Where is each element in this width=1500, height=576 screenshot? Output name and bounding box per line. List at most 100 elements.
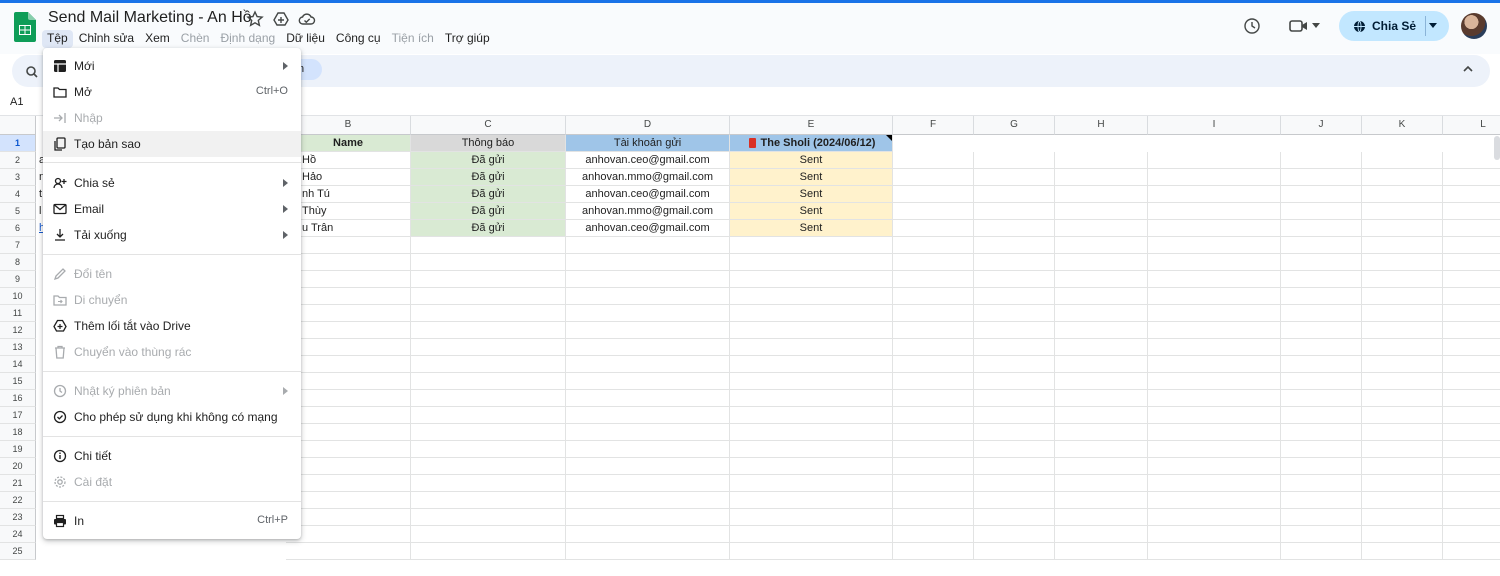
row-header[interactable]: 9 — [0, 271, 36, 288]
grid-cell[interactable] — [974, 543, 1055, 560]
row-header[interactable]: 19 — [0, 441, 36, 458]
grid-cell[interactable] — [1443, 237, 1500, 254]
grid-cell[interactable] — [1362, 441, 1443, 458]
grid-cell[interactable] — [1362, 169, 1443, 186]
menu-offline[interactable]: Cho phép sử dụng khi không có mạng — [43, 404, 301, 430]
row-header[interactable]: 2 — [0, 152, 36, 169]
menu-version-history[interactable]: Nhật ký phiên bản — [43, 378, 301, 404]
grid-cell[interactable] — [974, 526, 1055, 543]
grid-cell[interactable] — [893, 305, 974, 322]
grid-cell[interactable] — [286, 373, 411, 390]
grid-cell[interactable] — [1055, 424, 1148, 441]
grid-cell[interactable] — [974, 305, 1055, 322]
grid-cell[interactable] — [1281, 492, 1362, 509]
grid-cell[interactable] — [1055, 169, 1148, 186]
grid-cell[interactable] — [730, 271, 893, 288]
grid-cell[interactable] — [1148, 288, 1281, 305]
grid-cell[interactable] — [1443, 288, 1500, 305]
grid-cell[interactable] — [411, 509, 566, 526]
grid-cell[interactable] — [1443, 356, 1500, 373]
grid-cell[interactable] — [730, 373, 893, 390]
grid-cell[interactable] — [893, 339, 974, 356]
grid-cell[interactable] — [1443, 390, 1500, 407]
grid-cell[interactable] — [1281, 220, 1362, 237]
grid-cell[interactable] — [1055, 373, 1148, 390]
row-header[interactable]: 22 — [0, 492, 36, 509]
grid-cell[interactable] — [1148, 322, 1281, 339]
grid-cell[interactable] — [1055, 237, 1148, 254]
grid-cell[interactable]: u Trân — [286, 220, 411, 237]
grid-cell[interactable] — [730, 254, 893, 271]
grid-cell[interactable] — [1148, 237, 1281, 254]
grid-cell[interactable] — [411, 271, 566, 288]
grid-cell[interactable] — [1362, 373, 1443, 390]
menu-data[interactable]: Dữ liệu — [281, 30, 330, 48]
grid-cell[interactable] — [411, 305, 566, 322]
row-header[interactable]: 15 — [0, 373, 36, 390]
menu-new[interactable]: Mới — [43, 53, 301, 79]
grid-cell[interactable] — [1055, 288, 1148, 305]
grid-cell[interactable] — [1281, 543, 1362, 560]
grid-cell[interactable] — [1148, 305, 1281, 322]
grid-cell[interactable] — [1362, 237, 1443, 254]
grid-cell[interactable]: anhovan.mmo@gmail.com — [566, 169, 730, 186]
grid-cell[interactable] — [1055, 441, 1148, 458]
grid-cell[interactable] — [411, 339, 566, 356]
grid-cell[interactable] — [730, 356, 893, 373]
column-header-l[interactable]: L — [1443, 116, 1500, 135]
grid-cell[interactable] — [893, 475, 974, 492]
grid-cell[interactable] — [1148, 509, 1281, 526]
row-header[interactable]: 23 — [0, 509, 36, 526]
row-header[interactable]: 24 — [0, 526, 36, 543]
grid-cell[interactable] — [974, 492, 1055, 509]
menu-help[interactable]: Trợ giúp — [440, 30, 495, 48]
grid-cell[interactable] — [1281, 475, 1362, 492]
grid-cell[interactable] — [1443, 305, 1500, 322]
grid-cell[interactable] — [566, 271, 730, 288]
grid-cell[interactable] — [974, 220, 1055, 237]
grid-cell[interactable] — [1443, 220, 1500, 237]
menu-insert[interactable]: Chèn — [176, 30, 215, 48]
grid-cell[interactable] — [566, 390, 730, 407]
grid-cell[interactable] — [286, 390, 411, 407]
grid-cell[interactable] — [566, 288, 730, 305]
grid-cell[interactable] — [974, 475, 1055, 492]
grid-cell[interactable] — [730, 526, 893, 543]
grid-cell[interactable] — [893, 254, 974, 271]
name-box[interactable]: A1 — [10, 96, 23, 108]
column-header-j[interactable]: J — [1281, 116, 1362, 135]
grid-cell[interactable] — [1281, 441, 1362, 458]
grid-cell[interactable] — [566, 441, 730, 458]
grid-cell[interactable] — [1055, 203, 1148, 220]
grid-cell[interactable] — [1443, 169, 1500, 186]
grid-cell[interactable] — [893, 356, 974, 373]
grid-cell[interactable] — [1281, 305, 1362, 322]
grid-cell[interactable] — [974, 288, 1055, 305]
grid-cell[interactable] — [974, 169, 1055, 186]
menu-tools[interactable]: Công cụ — [331, 30, 386, 48]
grid-cell[interactable] — [974, 390, 1055, 407]
row-header[interactable]: 18 — [0, 424, 36, 441]
grid-cell[interactable] — [1443, 373, 1500, 390]
grid-cell[interactable] — [566, 322, 730, 339]
row-header[interactable]: 12 — [0, 322, 36, 339]
menu-move[interactable]: Di chuyển — [43, 287, 301, 313]
grid-cell[interactable] — [286, 271, 411, 288]
row-header[interactable]: 10 — [0, 288, 36, 305]
column-header-h[interactable]: H — [1055, 116, 1148, 135]
grid-cell[interactable] — [1443, 271, 1500, 288]
grid-cell[interactable] — [566, 305, 730, 322]
grid-cell[interactable] — [411, 441, 566, 458]
menu-rename[interactable]: Đổi tên — [43, 261, 301, 287]
column-header-b[interactable]: B — [286, 116, 411, 135]
grid-cell[interactable] — [286, 543, 411, 560]
grid-cell[interactable] — [286, 458, 411, 475]
grid-cell[interactable] — [1055, 475, 1148, 492]
grid-cell[interactable] — [974, 407, 1055, 424]
grid-cell[interactable] — [1055, 305, 1148, 322]
grid-cell[interactable] — [893, 220, 974, 237]
grid-cell[interactable] — [566, 356, 730, 373]
grid-cell[interactable] — [730, 305, 893, 322]
grid-cell[interactable] — [1443, 475, 1500, 492]
grid-cell[interactable] — [893, 322, 974, 339]
